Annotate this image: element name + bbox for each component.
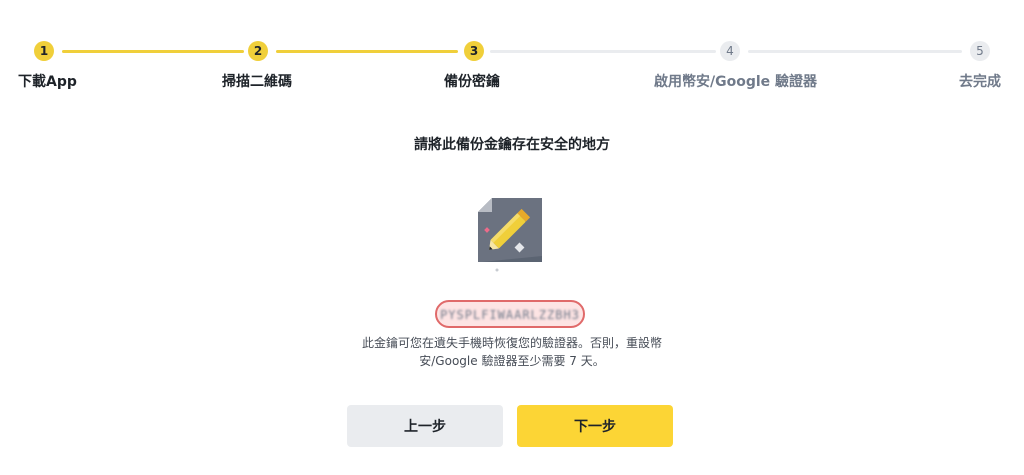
step-4-number: 4 (720, 41, 740, 61)
step-2-label: 掃描二維碼 (222, 74, 292, 90)
progress-stepper: 1 2 3 4 5 下載App 掃描二維碼 備份密鑰 啟用幣安/Google 驗… (0, 0, 1024, 100)
step-4-label: 啟用幣安/Google 驗證器 (654, 74, 818, 90)
step-3-number: 3 (464, 41, 484, 61)
next-step-button[interactable]: 下一步 (517, 405, 673, 447)
step-2-number: 2 (248, 41, 268, 61)
backup-key-value: PYSPLFIWAARLZZBH3 (440, 308, 580, 322)
step-connector-2-3 (276, 50, 458, 53)
step-1-number: 1 (34, 41, 54, 61)
step-connector-3-4 (490, 50, 716, 53)
page-title: 請將此備份金鑰存在安全的地方 (414, 137, 610, 153)
backup-key-description: 此金鑰可您在遺失手機時恢復您的驗證器。否則，重設幣安/Google 驗證器至少需… (361, 336, 662, 368)
step-connector-4-5 (748, 50, 962, 53)
step-1-label: 下載App (18, 74, 77, 90)
step-connector-1-2 (62, 50, 244, 53)
step-5-label: 去完成 (959, 74, 1001, 90)
step-3-label: 備份密鑰 (444, 74, 500, 90)
previous-step-button[interactable]: 上一步 (347, 405, 503, 447)
backup-key-field[interactable]: PYSPLFIWAARLZZBH3 (435, 300, 585, 328)
note-pencil-icon (478, 198, 542, 274)
step-5-number: 5 (970, 41, 990, 61)
